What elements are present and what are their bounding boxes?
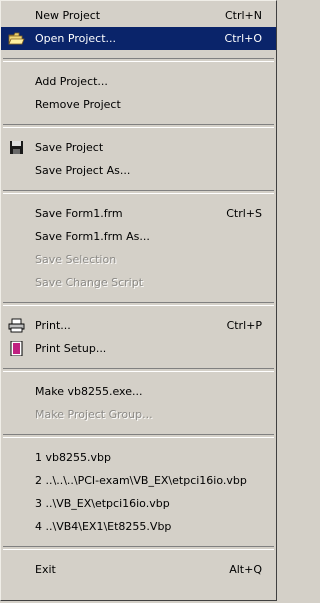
menu-item-recent-2[interactable]: 2 ..\..\..\PCI-exam\VB_EX\etpci16io.vbp bbox=[1, 469, 276, 492]
menu-item-label: Save Project As... bbox=[35, 164, 131, 177]
menu-item-shortcut: Ctrl+N bbox=[224, 9, 262, 22]
menu-item-label: Save Form1.frm bbox=[35, 207, 123, 220]
menu-item-save-form[interactable]: Save Form1.frm Ctrl+S bbox=[1, 202, 276, 225]
menu-item-label: Make vb8255.exe... bbox=[35, 385, 143, 398]
menu-separator bbox=[3, 546, 274, 550]
menu-item-save-project[interactable]: Save Project bbox=[1, 136, 276, 159]
menu-item-add-project[interactable]: Add Project... bbox=[1, 70, 276, 93]
menu-item-recent-3[interactable]: 3 ..\VB_EX\etpci16io.vbp bbox=[1, 492, 276, 515]
menu-item-label: Save Selection bbox=[35, 253, 117, 266]
menu-separator bbox=[3, 302, 274, 306]
menu-item-label: 4 ..\VB4\EX1\Et8255.Vbp bbox=[35, 520, 172, 533]
menu-item-label: Save Form1.frm As... bbox=[35, 230, 150, 243]
menu-item-shortcut: Ctrl+S bbox=[226, 207, 262, 220]
menu-item-label: Add Project... bbox=[35, 75, 108, 88]
menu-item-save-project-as[interactable]: Save Project As... bbox=[1, 159, 276, 182]
menu-item-label: Open Project... bbox=[35, 32, 117, 45]
menu-item-shortcut: Ctrl+O bbox=[224, 32, 262, 45]
menu-item-label: Print Setup... bbox=[35, 342, 107, 355]
menu-item-shortcut: Alt+Q bbox=[229, 563, 262, 576]
menu-separator bbox=[3, 434, 274, 438]
menu-item-recent-1[interactable]: 1 vb8255.vbp bbox=[1, 446, 276, 469]
menu-item-recent-4[interactable]: 4 ..\VB4\EX1\Et8255.Vbp bbox=[1, 515, 276, 538]
menu-item-save-change-script: Save Change Script bbox=[1, 271, 276, 294]
menu-item-new-project[interactable]: New Project Ctrl+N bbox=[1, 4, 276, 27]
menu-separator bbox=[3, 368, 274, 372]
floppy-disk-icon bbox=[8, 140, 25, 155]
menu-item-label: Save Project bbox=[35, 141, 104, 154]
menu-item-label: Exit bbox=[35, 563, 56, 576]
menu-separator bbox=[3, 190, 274, 194]
menu-separator bbox=[3, 58, 274, 62]
menu-item-print-setup[interactable]: Print Setup... bbox=[1, 337, 276, 360]
file-menu: New Project Ctrl+N Open Project... Ctrl+… bbox=[0, 0, 277, 601]
menu-item-print[interactable]: Print... Ctrl+P bbox=[1, 314, 276, 337]
printer-icon bbox=[8, 318, 25, 333]
menu-item-open-project[interactable]: Open Project... Ctrl+O bbox=[1, 27, 276, 50]
menu-item-label: Remove Project bbox=[35, 98, 121, 111]
open-folder-icon bbox=[8, 31, 25, 46]
menu-item-make-exe[interactable]: Make vb8255.exe... bbox=[1, 380, 276, 403]
menu-item-label: New Project bbox=[35, 9, 101, 22]
menu-item-label: 3 ..\VB_EX\etpci16io.vbp bbox=[35, 497, 170, 510]
menu-item-make-project-group: Make Project Group... bbox=[1, 403, 276, 426]
menu-item-label: Print... bbox=[35, 319, 71, 332]
menu-item-save-selection: Save Selection bbox=[1, 248, 276, 271]
page-setup-icon bbox=[8, 341, 25, 356]
menu-item-label: 2 ..\..\..\PCI-exam\VB_EX\etpci16io.vbp bbox=[35, 474, 247, 487]
menu-item-save-form-as[interactable]: Save Form1.frm As... bbox=[1, 225, 276, 248]
menu-separator bbox=[3, 124, 274, 128]
menu-item-remove-project[interactable]: Remove Project bbox=[1, 93, 276, 116]
menu-item-label: Save Change Script bbox=[35, 276, 144, 289]
menu-item-label: Make Project Group... bbox=[35, 408, 153, 421]
menu-item-exit[interactable]: Exit Alt+Q bbox=[1, 558, 276, 581]
menu-item-label: 1 vb8255.vbp bbox=[35, 451, 111, 464]
menu-item-shortcut: Ctrl+P bbox=[226, 319, 262, 332]
